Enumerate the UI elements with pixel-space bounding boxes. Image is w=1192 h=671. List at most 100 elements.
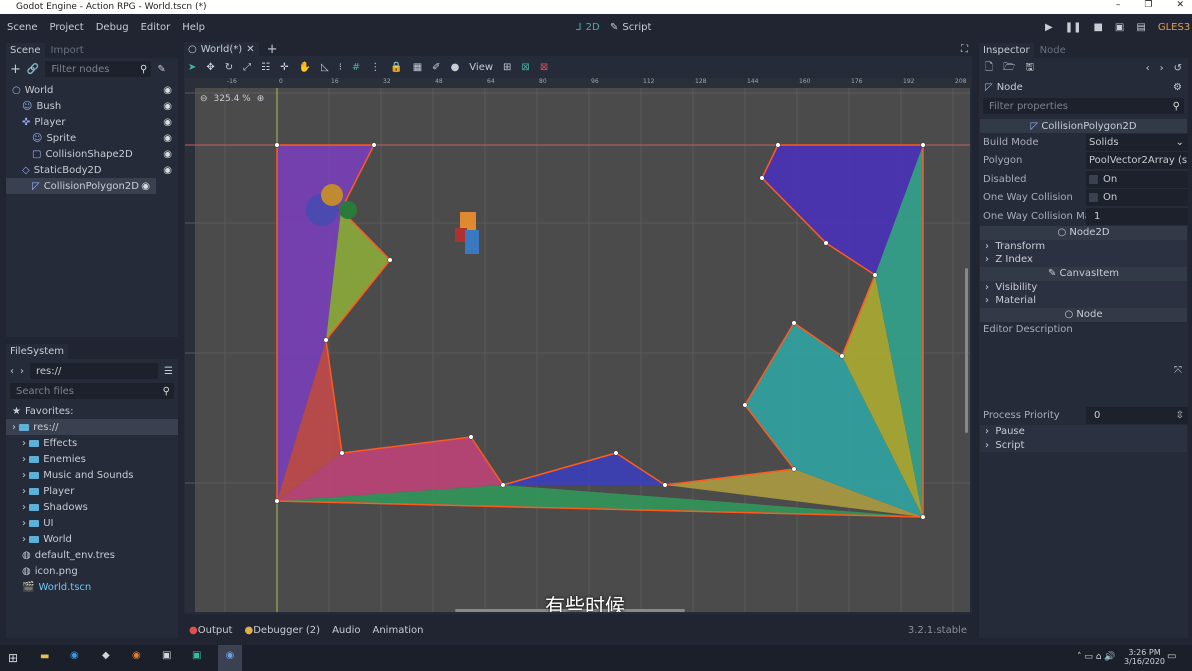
close-window-button[interactable]: ✕ xyxy=(1176,0,1184,10)
history-back-icon[interactable]: ‹ xyxy=(1146,63,1150,74)
fs-item[interactable]: › World xyxy=(6,531,178,547)
scene-node-collisionpolygon2d[interactable]: ◸ CollisionPolygon2D ◉ xyxy=(6,178,156,194)
scene-node-bush[interactable]: ☺ Bush ◉ xyxy=(6,98,178,114)
history-icon[interactable]: ↺ xyxy=(1174,63,1182,74)
move-tool-icon[interactable]: ✥ xyxy=(206,62,214,73)
one-way-collision-checkbox[interactable]: On xyxy=(1086,189,1188,207)
fs-item[interactable]: › UI xyxy=(6,515,178,531)
disabled-checkbox[interactable]: On xyxy=(1086,170,1188,188)
clear-guides-icon[interactable]: ⊠ xyxy=(540,62,548,73)
fs-item[interactable]: ◍ icon.png xyxy=(6,563,178,579)
blender-icon[interactable]: ◉ xyxy=(132,650,141,661)
class-section-node2d[interactable]: ○ Node2D xyxy=(980,225,1187,240)
group-pause[interactable]: › Pause xyxy=(980,425,1187,439)
build-mode-select[interactable]: Solids ⌄ xyxy=(1086,133,1188,151)
path-field[interactable]: res:// xyxy=(30,363,158,379)
scene-node-collisionshape2d[interactable]: ▢ CollisionShape2D ◉ xyxy=(6,146,178,162)
vertex-handle[interactable] xyxy=(775,142,781,148)
menu-editor[interactable]: Editor xyxy=(141,22,171,33)
vertex-handle[interactable] xyxy=(872,272,878,278)
polygon-value[interactable]: PoolVector2Array (size xyxy=(1086,152,1188,170)
object-properties-icon[interactable]: ⚙ xyxy=(1173,82,1182,93)
edge-icon[interactable]: ◉ xyxy=(70,650,79,661)
vertex-handle[interactable] xyxy=(920,142,926,148)
godot-taskbar-icon[interactable]: ◉ xyxy=(218,645,242,671)
vertex-handle[interactable] xyxy=(613,450,619,456)
vertex-handle[interactable] xyxy=(274,142,280,148)
tab-output[interactable]: ●Output xyxy=(189,625,232,636)
group-visibility[interactable]: › Visibility xyxy=(980,280,1187,294)
group-transform[interactable]: › Transform xyxy=(980,239,1187,253)
vertex-handle[interactable] xyxy=(468,434,474,440)
vertex-handle[interactable] xyxy=(742,402,748,408)
filter-nodes-input[interactable]: Filter nodes xyxy=(51,64,109,75)
mode-2d-button[interactable]: ⅃ 2D xyxy=(576,14,600,40)
fs-item[interactable]: 🎬 World.tscn xyxy=(6,579,178,595)
vertex-handle[interactable] xyxy=(339,450,345,456)
windows-start-icon[interactable]: ⊞ xyxy=(8,651,18,665)
scene-node-world[interactable]: ○ World ◉ xyxy=(6,82,178,98)
fs-item[interactable]: › Shadows xyxy=(6,499,178,515)
vertical-scrollbar[interactable] xyxy=(965,268,968,433)
visibility-eye-icon[interactable]: ◉ xyxy=(141,181,150,192)
file-explorer-icon[interactable]: ▬ xyxy=(40,651,49,662)
vertex-handle[interactable] xyxy=(823,240,829,246)
search-files-input[interactable]: Search files xyxy=(16,386,74,397)
history-forward-icon[interactable]: › xyxy=(1160,63,1164,74)
filter-properties-input[interactable]: Filter properties xyxy=(989,101,1068,112)
rotate-tool-icon[interactable]: ↻ xyxy=(225,62,233,73)
visibility-eye-icon[interactable]: ◉ xyxy=(163,165,172,176)
app-icon[interactable]: ◆ xyxy=(102,650,110,661)
tray-icons[interactable]: ˄ ▭ ⌂ 🔊 xyxy=(1077,652,1116,662)
one-way-margin-input[interactable]: 1 xyxy=(1086,207,1188,225)
app3-icon[interactable]: ▣ xyxy=(192,650,201,661)
vertex-handle[interactable] xyxy=(791,320,797,326)
vertex-handle[interactable] xyxy=(274,498,280,504)
menu-help[interactable]: Help xyxy=(182,22,205,33)
vertex-handle[interactable] xyxy=(662,482,668,488)
fs-item[interactable]: › Effects xyxy=(6,435,178,451)
tab-animation[interactable]: Animation xyxy=(373,625,424,636)
camera-icon[interactable]: ● xyxy=(451,62,460,73)
vertex-handle[interactable] xyxy=(791,466,797,472)
visibility-eye-icon[interactable]: ◉ xyxy=(163,85,172,96)
menu-scene[interactable]: Scene xyxy=(7,22,38,33)
group-material[interactable]: › Material xyxy=(980,294,1187,308)
vertex-handle[interactable] xyxy=(500,482,506,488)
scale-tool-icon[interactable]: ⤢ xyxy=(243,62,251,73)
add-node-icon[interactable]: + xyxy=(10,62,21,77)
fs-item[interactable]: › Enemies xyxy=(6,451,178,467)
expand-icon[interactable]: ⤧ xyxy=(1174,365,1182,376)
vertex-handle[interactable] xyxy=(323,337,329,343)
class-section-node[interactable]: ○ Node xyxy=(980,307,1187,322)
editor-description-field[interactable]: ⤧ xyxy=(979,337,1188,407)
visibility-eye-icon[interactable]: ◉ xyxy=(163,101,172,112)
pan-tool-icon[interactable]: ✋ xyxy=(299,62,311,73)
mode-script-button[interactable]: ✎ Script xyxy=(610,14,651,40)
menu-project[interactable]: Project xyxy=(50,22,84,33)
visibility-eye-icon[interactable]: ◉ xyxy=(163,149,172,160)
more-icon[interactable]: ⋮ xyxy=(370,62,380,73)
class-section-canvasitem[interactable]: ✎ CanvasItem xyxy=(980,266,1187,281)
tab-scene[interactable]: Scene xyxy=(6,42,45,58)
menu-debug[interactable]: Debug xyxy=(96,22,129,33)
fs-item[interactable]: ◍ default_env.tres xyxy=(6,547,178,563)
group-script[interactable]: › Script xyxy=(980,438,1187,452)
stop-icon[interactable]: ■ xyxy=(1093,22,1102,33)
tab-world[interactable]: ○ World(*) ✕ xyxy=(184,41,259,57)
pivot-icon[interactable]: ✛ xyxy=(280,62,288,73)
vertex-handle[interactable] xyxy=(839,353,845,359)
clock[interactable]: 3:26 PM 3/16/2020 xyxy=(1124,648,1165,666)
visibility-eye-icon[interactable]: ◉ xyxy=(163,133,172,144)
pause-icon[interactable]: ❚❚ xyxy=(1065,22,1082,33)
select-tool-icon[interactable]: ➤ xyxy=(188,62,196,73)
fs-item[interactable]: › Player xyxy=(6,483,178,499)
tab-import[interactable]: Import xyxy=(47,43,88,58)
list-view-icon[interactable]: ☰ xyxy=(164,366,173,377)
play-icon[interactable]: ▶ xyxy=(1045,22,1053,33)
open-icon[interactable]: 🗁 xyxy=(1003,60,1015,77)
ruler-tool-icon[interactable]: ◺ xyxy=(321,62,329,73)
lock-icon[interactable]: 🔒 xyxy=(390,62,402,73)
scene-node-sprite[interactable]: ☺ Sprite ◉ xyxy=(6,130,178,146)
play-custom-icon[interactable]: ▤ xyxy=(1136,22,1145,33)
